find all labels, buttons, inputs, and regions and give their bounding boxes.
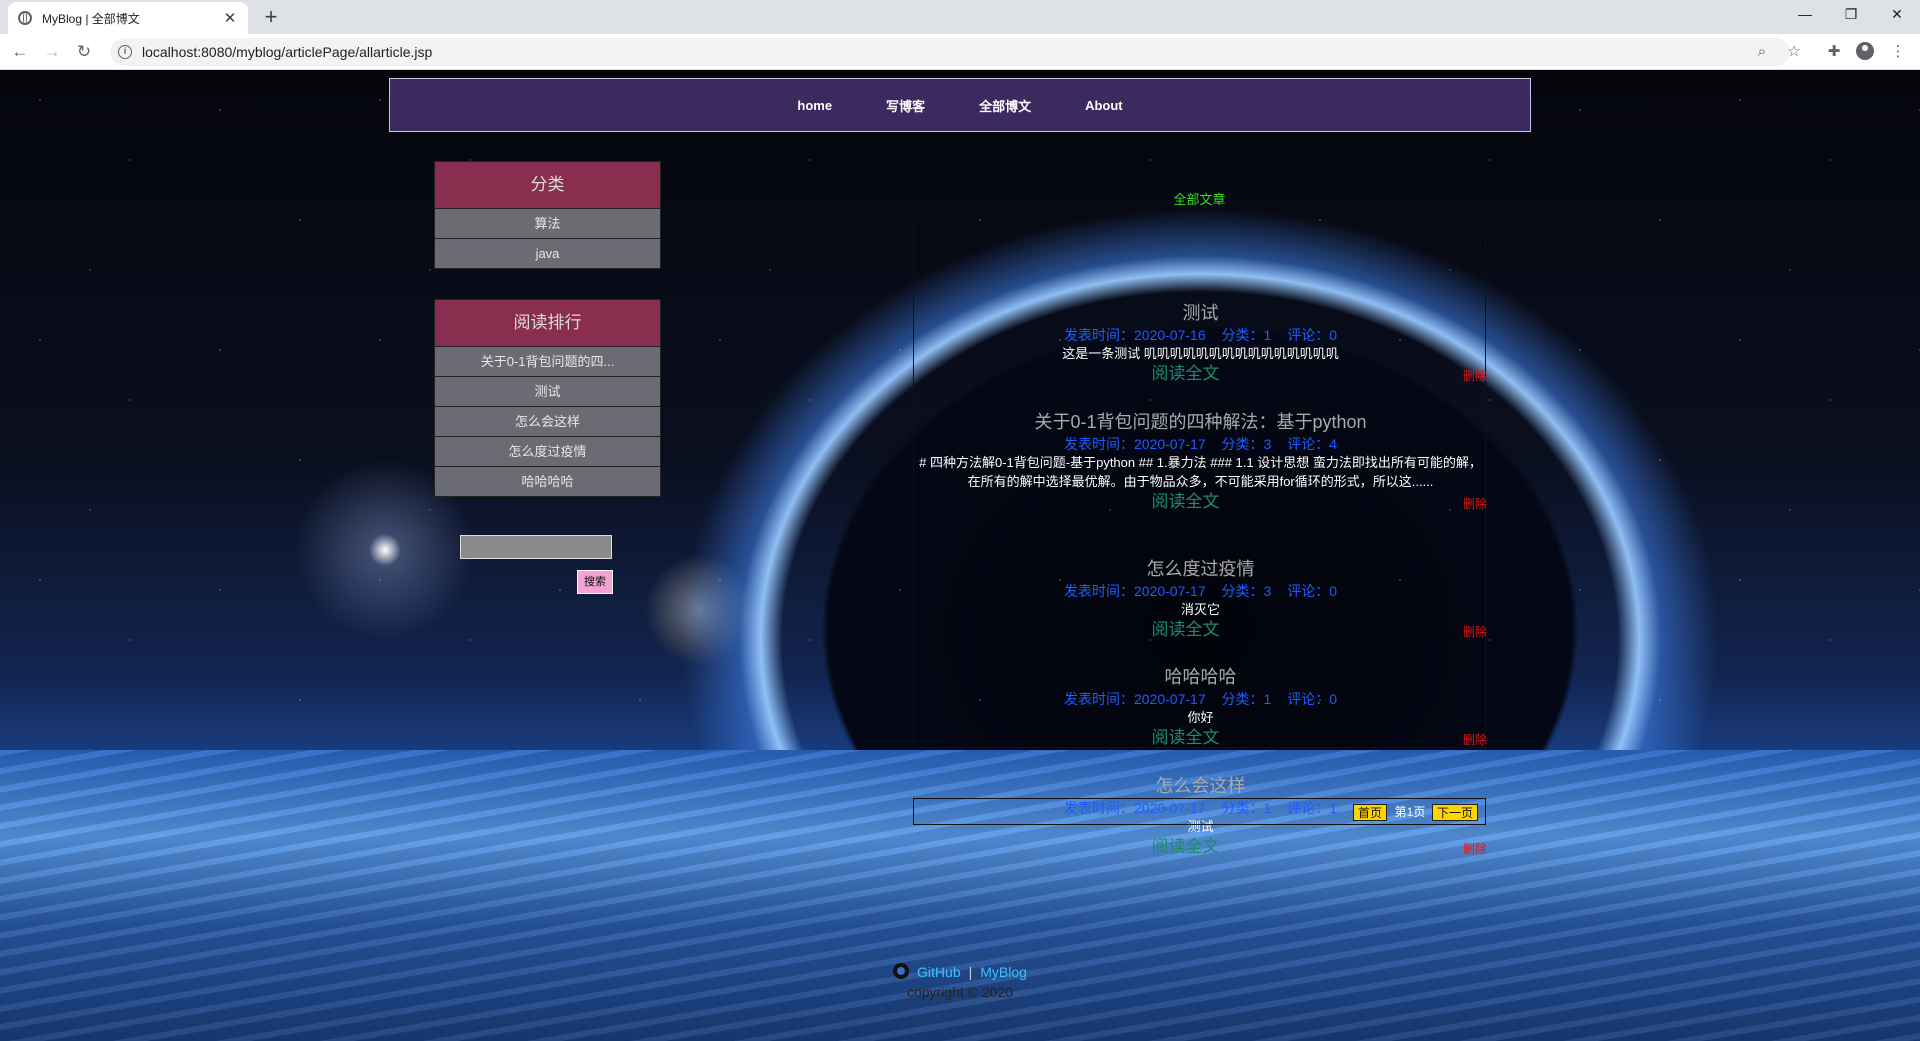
nav-home[interactable]: home (797, 98, 832, 113)
browser-toolbar: ← → ↻ i localhost:8080/myblog/articlePag… (0, 34, 1920, 70)
footer: GitHub | MyBlog copyright © 2020 (0, 962, 1920, 1002)
article-meta: 发表时间：2020-07-17 分类：1 评论：0 (914, 690, 1487, 708)
current-page: 第1页 (1394, 805, 1426, 819)
category-item[interactable]: java (435, 239, 660, 268)
article-list: 测试 发表时间：2020-07-16 分类：1 评论：0 这是一条测试 叽叽叽叽… (913, 220, 1487, 856)
nav-write-blog[interactable]: 写博客 (886, 96, 925, 115)
read-more-link[interactable]: 阅读全文 (914, 491, 1457, 513)
article-summary: 你好 (1187, 710, 1214, 725)
article-date: 发表时间：2020-07-17 (1064, 583, 1206, 599)
first-page-button[interactable]: 首页 (1353, 804, 1387, 821)
category-title: 分类 (435, 162, 660, 209)
copyright: copyright © 2020 (906, 984, 1014, 1000)
zoom-icon[interactable]: ⌕ (1750, 40, 1774, 64)
search-button[interactable]: 搜索 (577, 570, 613, 594)
article-item: 怎么度过疫情 发表时间：2020-07-17 分类：3 评论：0 消灭它 阅读全… (914, 558, 1487, 641)
delete-link[interactable]: 删除 (1463, 495, 1487, 512)
ranking-item[interactable]: 关于0-1背包问题的四... (435, 347, 660, 377)
article-category: 分类：3 (1221, 583, 1272, 599)
reload-icon[interactable]: ↻ (72, 40, 96, 64)
article-date: 发表时间：2020-07-16 (1064, 327, 1206, 343)
article-title[interactable]: 关于0-1背包问题的四种解法：基于python (914, 411, 1487, 433)
url-text[interactable]: localhost:8080/myblog/articlePage/allart… (142, 44, 432, 60)
article-title[interactable]: 怎么度过疫情 (914, 558, 1487, 580)
read-more-link[interactable]: 阅读全文 (914, 727, 1457, 749)
ranking-item[interactable]: 怎么会这样 (435, 407, 660, 437)
article-category: 分类：1 (1221, 691, 1272, 707)
forward-arrow-icon[interactable]: → (40, 40, 64, 64)
article-date: 发表时间：2020-07-17 (1064, 436, 1206, 452)
globe-icon (18, 11, 32, 25)
footer-separator: | (968, 964, 973, 980)
back-arrow-icon[interactable]: ← (8, 40, 32, 64)
browser-tab[interactable]: MyBlog | 全部博文 ✕ (8, 2, 248, 34)
pager: 首页 第1页 下一页 (913, 798, 1486, 825)
article-category: 分类：1 (1221, 327, 1272, 343)
tab-title: MyBlog | 全部博文 (42, 11, 140, 26)
read-more-link[interactable]: 阅读全文 (914, 363, 1457, 385)
article-meta: 发表时间：2020-07-16 分类：1 评论：0 (914, 326, 1487, 344)
read-more-link[interactable]: 阅读全文 (914, 619, 1457, 641)
info-icon[interactable]: i (118, 45, 132, 59)
github-link[interactable]: GitHub (917, 964, 961, 980)
article-title[interactable]: 怎么会这样 (914, 775, 1487, 797)
article-item: 关于0-1背包问题的四种解法：基于python 发表时间：2020-07-17 … (914, 411, 1487, 513)
maximize-button[interactable]: ❐ (1828, 0, 1874, 30)
bookmark-star-icon[interactable]: ☆ (1782, 40, 1806, 64)
close-tab-icon[interactable]: ✕ (222, 9, 238, 27)
new-tab-button[interactable]: + (258, 4, 284, 30)
close-window-button[interactable]: ✕ (1874, 0, 1920, 30)
category-panel: 分类 算法 java (434, 161, 661, 269)
myblog-link[interactable]: MyBlog (980, 964, 1027, 980)
article-meta: 发表时间：2020-07-17 分类：3 评论：0 (914, 582, 1487, 600)
article-comments: 评论：0 (1287, 583, 1337, 599)
category-item[interactable]: 算法 (435, 209, 660, 239)
ranking-item[interactable]: 哈哈哈哈 (435, 467, 660, 496)
read-more-link[interactable]: 阅读全文 (914, 836, 1457, 858)
article-comments: 评论：0 (1287, 691, 1337, 707)
article-comments: 评论：4 (1287, 436, 1337, 452)
nav-all-articles[interactable]: 全部博文 (979, 96, 1031, 115)
article-title[interactable]: 哈哈哈哈 (914, 666, 1487, 688)
delete-link[interactable]: 删除 (1463, 731, 1487, 748)
nav-about[interactable]: About (1085, 98, 1123, 113)
minimize-button[interactable]: — (1782, 0, 1828, 30)
article-category: 分类：3 (1221, 436, 1272, 452)
article-comments: 评论：0 (1287, 327, 1337, 343)
delete-link[interactable]: 删除 (1463, 367, 1487, 384)
article-summary: 消灭它 (1180, 602, 1220, 617)
delete-link[interactable]: 删除 (1463, 840, 1487, 857)
article-meta: 发表时间：2020-07-17 分类：3 评论：4 (914, 435, 1487, 453)
article-item: 哈哈哈哈 发表时间：2020-07-17 分类：1 评论：0 你好 阅读全文 删… (914, 666, 1487, 749)
article-summary: # 四种方法解0-1背包问题-基于python ## 1.暴力法 ### 1.1… (919, 455, 1482, 489)
page-title: 全部文章 (1173, 192, 1226, 207)
ranking-title: 阅读排行 (435, 300, 660, 347)
next-page-button[interactable]: 下一页 (1432, 804, 1478, 821)
article-date: 发表时间：2020-07-17 (1064, 691, 1206, 707)
ranking-item[interactable]: 测试 (435, 377, 660, 407)
page-background: home 写博客 全部博文 About 分类 算法 java 阅读排行 关于0-… (0, 70, 1920, 1041)
article-item: 测试 发表时间：2020-07-16 分类：1 评论：0 这是一条测试 叽叽叽叽… (914, 302, 1487, 385)
delete-link[interactable]: 删除 (1463, 623, 1487, 640)
profile-avatar-icon[interactable] (1856, 42, 1874, 60)
address-bar[interactable]: i localhost:8080/myblog/articlePage/alla… (110, 38, 1790, 66)
github-icon (893, 963, 910, 979)
top-navigation: home 写博客 全部博文 About (389, 78, 1531, 132)
search-input[interactable] (460, 535, 612, 559)
ranking-item[interactable]: 怎么度过疫情 (435, 437, 660, 467)
ranking-panel: 阅读排行 关于0-1背包问题的四... 测试 怎么会这样 怎么度过疫情 哈哈哈哈 (434, 299, 661, 497)
menu-kebab-icon[interactable]: ⋮ (1886, 40, 1910, 64)
extensions-puzzle-icon[interactable]: ✚ (1822, 40, 1846, 64)
browser-tab-bar: MyBlog | 全部博文 ✕ + — ❐ ✕ (0, 0, 1920, 34)
article-summary: 这是一条测试 叽叽叽叽叽叽叽叽叽叽叽叽叽叽叽 (1062, 346, 1339, 361)
article-title[interactable]: 测试 (914, 302, 1487, 324)
